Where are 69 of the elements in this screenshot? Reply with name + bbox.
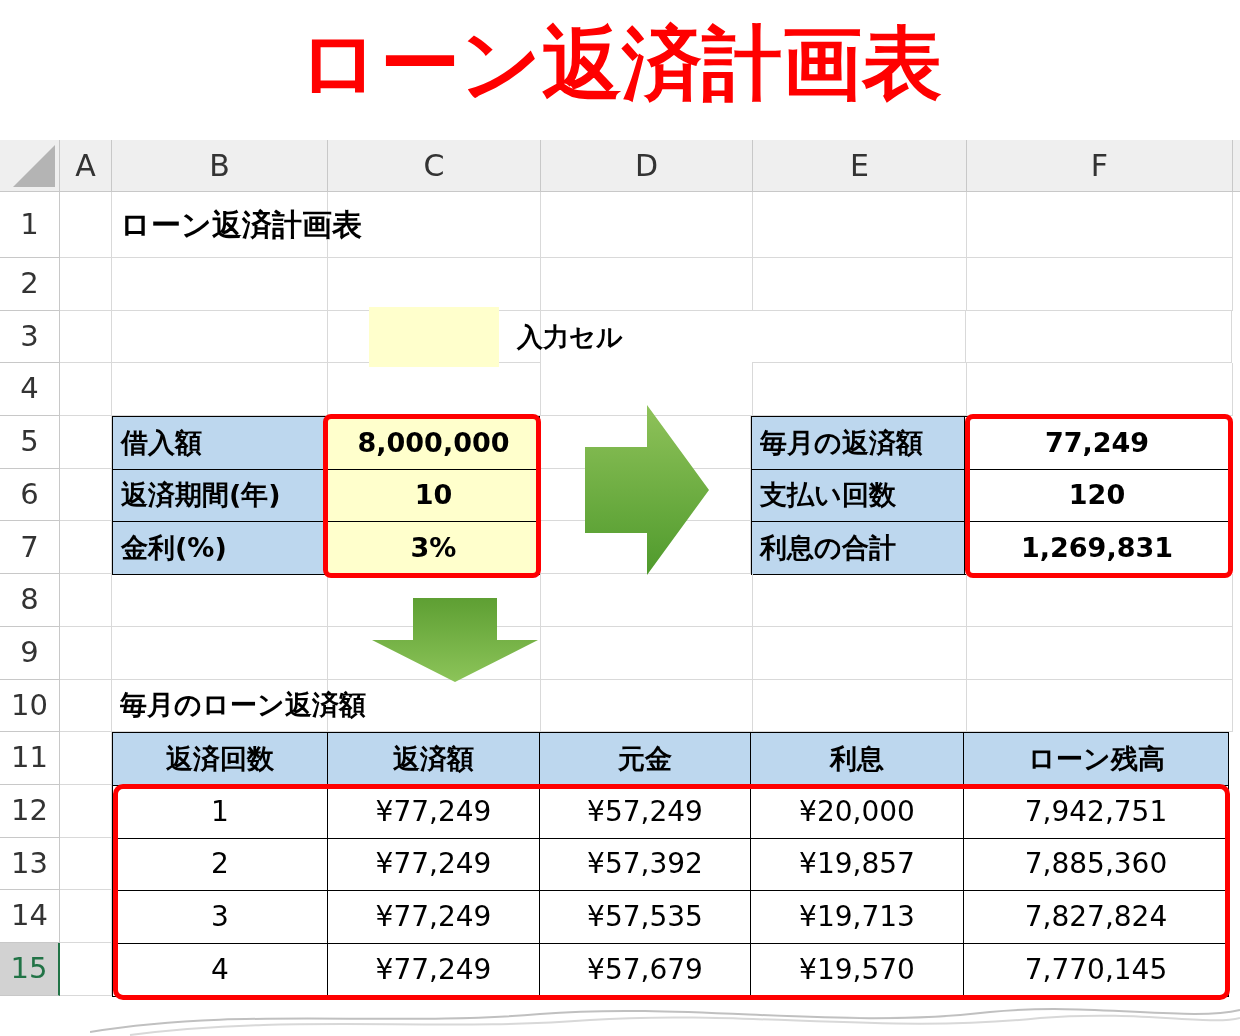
row-header[interactable]: 3 [0, 310, 60, 364]
row-header[interactable]: 2 [0, 258, 60, 311]
row-header[interactable]: 7 [0, 521, 60, 575]
table-cell-text: ¥57,249 [587, 793, 703, 830]
row-header[interactable]: 8 [0, 574, 60, 627]
select-all-corner-icon[interactable] [13, 145, 55, 187]
row-header[interactable]: 11 [0, 732, 60, 785]
table-cell-text: 7,885,360 [1024, 846, 1168, 883]
empty-cell [60, 363, 112, 417]
column-heading: 返済回数 [166, 741, 274, 776]
table-cell-text: ¥19,857 [799, 846, 915, 883]
row-header[interactable]: 9 [0, 626, 60, 680]
row-header[interactable]: 10 [0, 679, 60, 733]
table-cell-text: ¥19,570 [799, 951, 915, 988]
empty-cell [60, 574, 112, 627]
input-label: 借入額 [121, 425, 202, 460]
output-label: 毎月の返済額 [760, 425, 923, 460]
table-cell-text: ¥77,249 [375, 899, 492, 936]
row-header[interactable]: 5 [0, 416, 60, 469]
column-heading: ローン残高 [1027, 741, 1165, 776]
table-cell-text: ¥57,679 [587, 951, 703, 988]
row-header[interactable]: 6 [0, 468, 60, 522]
column-header[interactable]: E [753, 140, 967, 191]
input-value: 8,000,000 [357, 425, 510, 460]
row-header[interactable]: 4 [0, 363, 60, 417]
table-cell-text: 7,942,751 [1024, 793, 1168, 830]
row-header[interactable]: 15 [0, 942, 60, 996]
table-cell-text: ¥77,249 [375, 951, 492, 988]
table-cell-text: 1 [211, 793, 229, 830]
schedule-title: 毎月のローン返済額 [119, 688, 366, 723]
legend-label: 入力セル [517, 321, 623, 355]
column-header[interactable]: D [541, 140, 753, 191]
output-value: 1,269,831 [1021, 531, 1173, 566]
column-heading: 返済額 [393, 741, 474, 776]
column-header[interactable]: A [60, 140, 112, 191]
right-arrow-icon [585, 405, 709, 575]
empty-cell [60, 258, 112, 311]
table-cell-text: 2 [211, 846, 229, 883]
output-value: 120 [1068, 478, 1126, 513]
output-label: 支払い回数 [760, 478, 896, 513]
empty-cell [60, 626, 112, 680]
output-label: 利息の合計 [760, 531, 896, 566]
table-cell-text: ¥77,249 [375, 793, 492, 830]
table-cell-text: ¥20,000 [799, 793, 915, 830]
sheet-title: ローン返済計画表 [119, 206, 362, 244]
input-label: 返済期間(年) [121, 478, 281, 513]
table-cell-text: ¥19,713 [799, 899, 915, 936]
table-cell-text: ¥57,392 [587, 846, 703, 883]
empty-cell [60, 310, 112, 364]
input-value: 3% [410, 531, 457, 566]
table-cell-text: 3 [211, 899, 229, 936]
table-cell-text: ¥77,249 [375, 846, 492, 883]
row-header[interactable]: 14 [0, 890, 60, 943]
column-header[interactable]: C [328, 140, 541, 191]
row-header[interactable]: 13 [0, 837, 60, 891]
column-header[interactable]: B [112, 140, 328, 191]
down-arrow-icon [372, 598, 538, 682]
table-cell-text: 7,827,824 [1024, 899, 1168, 936]
table-cell-text: 7,770,145 [1024, 951, 1168, 988]
table-cell-text: 4 [211, 951, 229, 988]
input-label: 金利(%) [121, 531, 227, 566]
output-value: 77,249 [1044, 425, 1150, 460]
input-value: 10 [414, 478, 453, 513]
column-header[interactable]: F [967, 140, 1233, 191]
row-header[interactable]: 1 [0, 192, 60, 258]
column-heading: 利息 [830, 741, 884, 776]
row-header[interactable]: 12 [0, 784, 60, 838]
column-heading: 元金 [618, 741, 672, 776]
table-cell-text: ¥57,535 [587, 899, 703, 936]
